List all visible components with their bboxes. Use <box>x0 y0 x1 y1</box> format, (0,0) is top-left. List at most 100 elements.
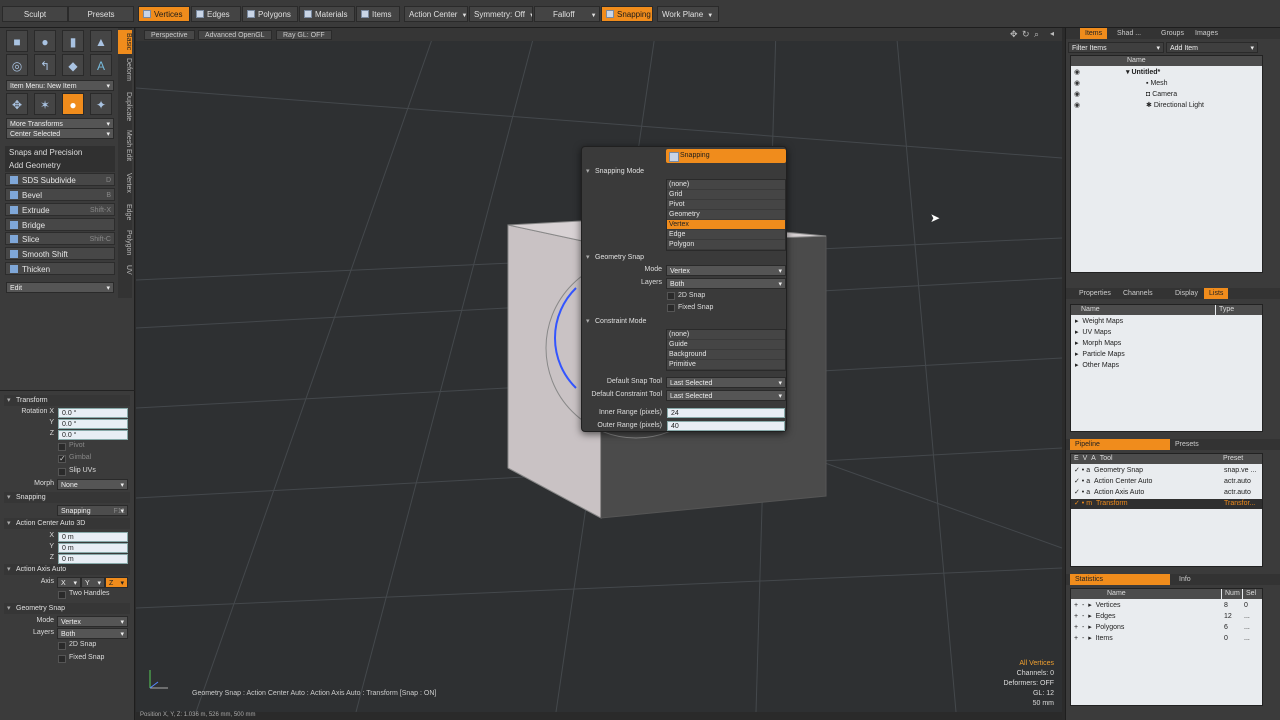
tab-mesh-edit[interactable]: Mesh Edit <box>118 130 132 162</box>
morph-dropdown[interactable]: None <box>57 479 128 490</box>
transform-tool-button[interactable]: ● <box>62 93 84 115</box>
materials-mode-button[interactable]: Materials <box>299 6 355 22</box>
tab-shading[interactable]: Shad ... <box>1112 28 1146 39</box>
tab-items[interactable]: Items <box>1080 28 1108 39</box>
stats-row[interactable]: + - ▸ Edges 12... <box>1074 612 1262 622</box>
rotation-y-field[interactable]: 0.0 ° <box>58 419 128 429</box>
popup-2d-snap-checkbox[interactable] <box>667 292 675 300</box>
edges-mode-button[interactable]: Edges <box>191 6 241 22</box>
list-item[interactable]: ▸ Particle Maps <box>1075 350 1125 360</box>
zoom-icon[interactable]: ⌕ <box>1034 29 1039 40</box>
axis-y-button[interactable]: Y <box>81 577 105 588</box>
add-geometry-header[interactable]: Add Geometry <box>5 159 115 172</box>
visibility-eye-icon[interactable]: ◉ <box>1074 68 1080 78</box>
falloff-dropdown[interactable]: Falloff ▼ <box>534 6 600 22</box>
inner-range-field[interactable]: 24 <box>667 408 785 418</box>
snapping-mode-option[interactable]: Polygon <box>667 240 785 250</box>
tab-lists[interactable]: Lists <box>1204 288 1229 299</box>
sds-subdivide-button[interactable]: SDS Subdivide D <box>5 173 115 186</box>
tab-polygon[interactable]: Polygon <box>118 228 132 258</box>
tab-basic[interactable]: Basic <box>118 30 132 54</box>
cone-tool-button[interactable]: ▲ <box>90 30 112 52</box>
default-constraint-tool-dropdown[interactable]: Last Selected <box>666 390 786 401</box>
tab-groups[interactable]: Groups <box>1156 28 1189 39</box>
mesh-item[interactable]: ▪ Mesh <box>1146 79 1168 89</box>
action-center-z-field[interactable]: 0 m <box>58 554 128 564</box>
bezier-tool-button[interactable]: ◆ <box>62 54 84 76</box>
text-tool-button[interactable]: A <box>90 54 112 76</box>
stats-row[interactable]: + - ▸ Polygons 6... <box>1074 623 1262 633</box>
polygons-mode-button[interactable]: Polygons <box>242 6 298 22</box>
snapping-popup-title[interactable]: Snapping <box>666 149 786 163</box>
tab-channels[interactable]: Channels <box>1118 288 1158 299</box>
ray-gl-button[interactable]: Ray GL: OFF <box>276 30 332 40</box>
items-mode-button[interactable]: Items <box>356 6 400 22</box>
symmetry-dropdown[interactable]: Symmetry: Off▼ <box>469 6 533 22</box>
two-handles-checkbox[interactable] <box>58 591 66 599</box>
add-item-dropdown[interactable]: Add Item <box>1166 42 1258 53</box>
scene-item[interactable]: ▾ Untitled* <box>1126 68 1160 78</box>
slip-uvs-checkbox[interactable] <box>58 468 66 476</box>
action-center-y-field[interactable]: 0 m <box>58 543 128 553</box>
geometry-snap-section[interactable]: Geometry Snap <box>585 253 785 263</box>
snapping-button[interactable]: Snapping <box>601 6 653 22</box>
tab-properties[interactable]: Properties <box>1074 288 1116 299</box>
snapping-section[interactable]: Snapping <box>4 492 130 503</box>
pipeline-row[interactable]: ✓ • a Geometry Snap snap.ve ... <box>1074 466 1262 476</box>
snaps-precision-header[interactable]: Snaps and Precision <box>5 146 115 159</box>
geometry-snap-mode-dropdown[interactable]: Vertex <box>57 616 128 627</box>
snapping-toggle-button[interactable]: Snapping F11 <box>57 505 128 516</box>
snapping-mode-option-selected[interactable]: Vertex <box>667 220 785 230</box>
work-plane-dropdown[interactable]: Work Plane ▼ <box>657 6 719 22</box>
action-center-dropdown[interactable]: Action Center ▼ <box>404 6 468 22</box>
list-item[interactable]: ▸ UV Maps <box>1075 328 1111 338</box>
camera-item[interactable]: ◘ Camera <box>1146 90 1177 100</box>
visibility-eye-icon[interactable]: ◉ <box>1074 101 1080 111</box>
popup-mode-dropdown[interactable]: Vertex <box>666 265 786 276</box>
pivot-checkbox[interactable] <box>58 443 66 451</box>
thicken-button[interactable]: Thicken <box>5 262 115 275</box>
rotation-z-field[interactable]: 0.0 ° <box>58 430 128 440</box>
visibility-eye-icon[interactable]: ◉ <box>1074 90 1080 100</box>
list-item[interactable]: ▸ Other Maps <box>1075 361 1119 371</box>
edit-dropdown[interactable]: Edit <box>6 282 114 293</box>
extrude-button[interactable]: Extrude Shift-X <box>5 203 115 216</box>
snapping-mode-option[interactable]: Grid <box>667 190 785 200</box>
gimbal-checkbox[interactable] <box>58 454 66 463</box>
snapping-mode-section[interactable]: Snapping Mode <box>585 167 785 177</box>
tab-display[interactable]: Display <box>1170 288 1203 299</box>
tab-presets[interactable]: Presets <box>1170 439 1204 450</box>
filter-items-dropdown[interactable]: Filter Items <box>1068 42 1164 53</box>
viewport-menu-icon[interactable]: ◂ <box>1050 29 1054 38</box>
bridge-button[interactable]: Bridge <box>5 218 115 231</box>
action-center-section[interactable]: Action Center Auto 3D <box>4 518 130 529</box>
tab-duplicate[interactable]: Duplicate <box>118 88 132 126</box>
rotation-x-field[interactable]: 0.0 ° <box>58 408 128 418</box>
vertices-mode-button[interactable]: Vertices <box>138 6 190 22</box>
snapping-mode-option[interactable]: Edge <box>667 230 785 240</box>
axis-x-button[interactable]: X <box>57 577 81 588</box>
move-tool-button[interactable]: ✥ <box>6 93 28 115</box>
stats-row[interactable]: + - ▸ Vertices 8 0 <box>1074 601 1262 611</box>
transform-section[interactable]: Transform <box>4 395 130 406</box>
default-snap-tool-dropdown[interactable]: Last Selected <box>666 377 786 388</box>
geometry-snap-layers-dropdown[interactable]: Both <box>57 628 128 639</box>
constraint-mode-option[interactable]: (none) <box>667 330 785 340</box>
popup-layers-dropdown[interactable]: Both <box>666 278 786 289</box>
tab-statistics[interactable]: Statistics <box>1070 574 1170 585</box>
visibility-eye-icon[interactable]: ◉ <box>1074 79 1080 89</box>
snap-2d-checkbox[interactable] <box>58 642 66 650</box>
popup-fixed-snap-checkbox[interactable] <box>667 304 675 312</box>
snapping-mode-option[interactable]: (none) <box>667 180 785 190</box>
tab-deform[interactable]: Deform <box>118 56 132 82</box>
cube-tool-button[interactable]: ■ <box>6 30 28 52</box>
item-menu-dropdown[interactable]: Item Menu: New Item <box>6 80 114 91</box>
tab-edge[interactable]: Edge <box>118 202 132 222</box>
snapping-mode-option[interactable]: Geometry <box>667 210 785 220</box>
constraint-mode-section[interactable]: Constraint Mode <box>585 317 785 327</box>
tab-info[interactable]: Info <box>1174 574 1196 585</box>
sphere-tool-button[interactable]: ● <box>34 30 56 52</box>
smooth-shift-button[interactable]: Smooth Shift <box>5 247 115 260</box>
perspective-button[interactable]: Perspective <box>144 30 195 40</box>
axis-z-button[interactable]: Z <box>105 577 128 588</box>
